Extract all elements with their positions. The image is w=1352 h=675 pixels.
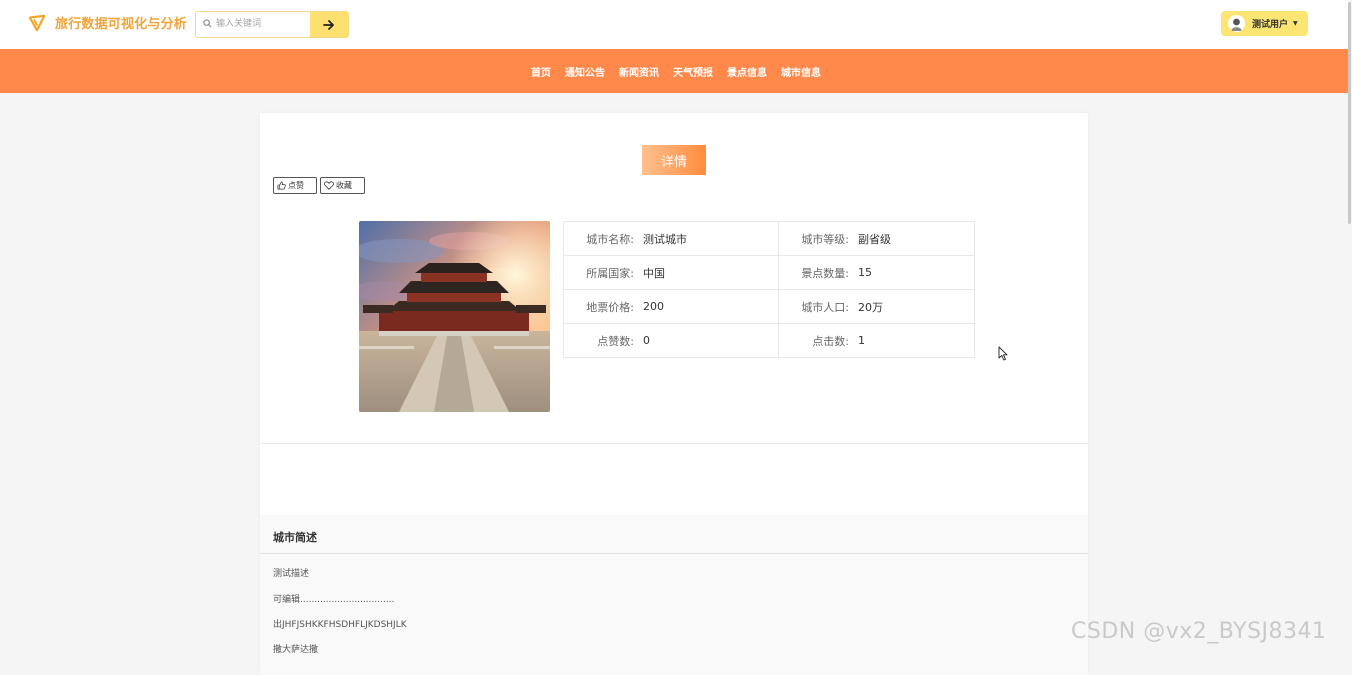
description-section: 城市简述 测试描述 可编辑...........................… — [260, 515, 1088, 675]
main-nav: 首页 通知公告 新闻资讯 天气预报 景点信息 城市信息 — [0, 49, 1352, 93]
description-line: 撒大萨达撒 — [273, 645, 319, 655]
table-row: 所属国家: 中国 景点数量: 15 — [562, 255, 975, 290]
nav-item-weather[interactable]: 天气预报 — [673, 64, 713, 79]
info-label: 城市人口: — [801, 300, 850, 314]
info-value: 副省级 — [858, 232, 892, 246]
top-header: 旅行数据可视化与分析 测试用户 ▼ — [0, 0, 1352, 50]
heart-icon — [324, 181, 334, 190]
table-row: 城市名称: 测试城市 城市等级: 副省级 — [562, 221, 975, 256]
info-value: 200 — [643, 300, 664, 313]
info-value: 20万 — [858, 300, 884, 314]
avatar — [1228, 15, 1245, 32]
info-value: 1 — [858, 334, 866, 347]
search-icon — [200, 12, 214, 35]
info-label: 地票价格: — [586, 300, 634, 314]
brand[interactable]: 旅行数据可视化与分析 — [28, 13, 187, 32]
description-title: 城市简述 — [273, 531, 317, 544]
favorite-button[interactable]: 收藏 — [320, 177, 365, 194]
info-value: 测试城市 — [643, 232, 687, 246]
nav-item-cities[interactable]: 城市信息 — [781, 64, 821, 79]
thumbs-up-icon — [277, 181, 286, 190]
info-value: 0 — [643, 334, 650, 347]
info-label: 点击数: — [812, 334, 850, 348]
search-box — [195, 11, 349, 38]
nav-item-notices[interactable]: 通知公告 — [565, 64, 605, 79]
scrollbar[interactable] — [1348, 0, 1352, 656]
info-value: 中国 — [643, 266, 665, 280]
nav-item-home[interactable]: 首页 — [531, 64, 551, 79]
nav-item-attractions[interactable]: 景点信息 — [727, 64, 767, 79]
info-label: 点赞数: — [597, 334, 634, 348]
divider — [260, 553, 1088, 554]
detail-card: 详情 点赞 收藏 城市名称: 测试城市 城市等级: 副省级 所属国家: 中国 景… — [260, 113, 1088, 675]
info-label: 景点数量: — [801, 266, 850, 280]
nav-item-news[interactable]: 新闻资讯 — [619, 64, 659, 79]
like-button[interactable]: 点赞 — [273, 177, 317, 194]
city-info-table: 城市名称: 测试城市 城市等级: 副省级 所属国家: 中国 景点数量: 15 地票价格:… — [562, 221, 975, 358]
user-menu[interactable]: 测试用户 ▼ — [1221, 11, 1308, 36]
watermark: CSDN @vx2_BYSJ8341 — [1071, 619, 1327, 644]
mouse-cursor-icon — [998, 346, 1008, 361]
like-label: 点赞 — [288, 181, 304, 190]
favorite-label: 收藏 — [336, 181, 352, 190]
table-row: 地票价格: 200 城市人口: 20万 — [562, 289, 975, 324]
info-label: 城市名称: — [586, 232, 634, 246]
chevron-down-icon: ▼ — [1293, 20, 1298, 27]
paper-plane-icon — [28, 14, 46, 31]
table-row: 点赞数: 0 点击数: 1 — [562, 323, 975, 358]
info-value: 15 — [858, 266, 873, 279]
description-line: 测试描述 — [273, 569, 310, 579]
detail-title: 详情 — [642, 145, 706, 175]
search-input[interactable] — [214, 12, 313, 35]
description-line: 出JHFJSHKKFHSDHFLJKDSHJLK — [273, 620, 407, 630]
user-name: 测试用户 — [1252, 20, 1289, 30]
info-label: 所属国家: — [586, 266, 634, 280]
info-label: 城市等级: — [801, 232, 850, 246]
arrow-right-icon — [323, 19, 334, 30]
divider — [260, 443, 1088, 444]
scrollbar-thumb[interactable] — [1348, 2, 1351, 224]
brand-title: 旅行数据可视化与分析 — [55, 17, 188, 32]
description-line: 可编辑................................. — [273, 595, 395, 605]
city-image — [359, 221, 550, 412]
search-button[interactable] — [310, 12, 348, 37]
